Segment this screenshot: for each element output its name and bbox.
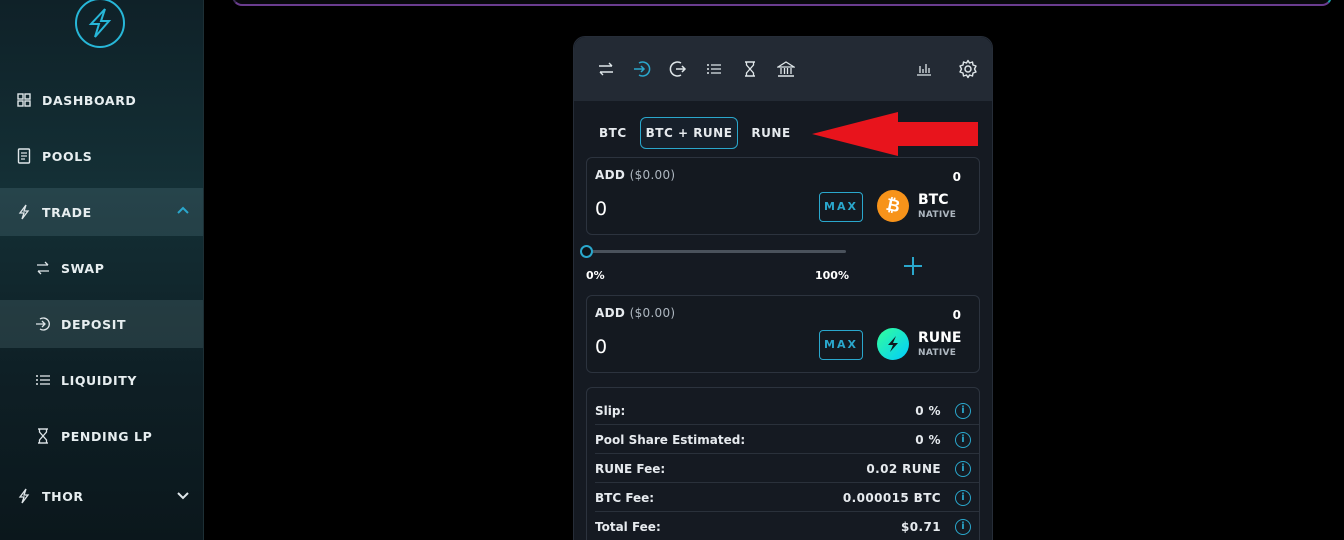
logo-bolt-icon — [88, 8, 112, 38]
top-banner — [232, 0, 1332, 6]
bolt-icon — [14, 486, 34, 506]
btc-asset-type: NATIVE — [918, 210, 957, 220]
stat-total-fee: Total Fee: $0.71 i — [595, 512, 979, 540]
rune-icon — [877, 328, 909, 360]
withdraw-tool-icon[interactable] — [668, 59, 688, 79]
list-tool-icon[interactable] — [704, 59, 724, 79]
chevron-up-icon[interactable] — [176, 204, 190, 218]
sidebar-item-label: LIQUIDITY — [61, 372, 138, 388]
percent-slider-handle[interactable] — [580, 245, 593, 258]
sidebar-item-label: POOLS — [42, 148, 93, 164]
sidebar-item-label: DASHBOARD — [42, 92, 137, 108]
info-icon[interactable]: i — [955, 432, 971, 448]
sidebar-item-dashboard[interactable]: DASHBOARD — [0, 76, 203, 124]
percent-slider-track[interactable] — [586, 250, 846, 253]
rune-balance: 0 — [952, 308, 961, 322]
bank-tool-icon[interactable] — [776, 59, 796, 79]
btc-max-button[interactable]: MAX — [819, 192, 863, 222]
thorchain-logo[interactable] — [75, 0, 125, 48]
sidebar-item-trade[interactable]: TRADE — [0, 188, 203, 236]
chart-icon[interactable] — [914, 59, 934, 79]
stat-slip: Slip: 0 % i — [595, 396, 979, 425]
red-arrow-icon — [812, 112, 978, 156]
slider-max-label: 100% — [815, 269, 849, 282]
add-label: ADD ($0.00) — [595, 168, 676, 182]
btc-input-box: ADD ($0.00) 0 0 MAX ₿ BTC NATIVE — [586, 157, 980, 235]
stat-pool-share: Pool Share Estimated: 0 % i — [595, 425, 979, 454]
document-icon — [14, 146, 34, 166]
stat-rune-fee: RUNE Fee: 0.02 RUNE i — [595, 454, 979, 483]
info-icon[interactable]: i — [955, 519, 971, 535]
card-toolbar — [574, 37, 992, 101]
btc-balance: 0 — [952, 170, 961, 184]
rune-amount-input[interactable]: 0 — [595, 336, 607, 358]
sidebar-item-label: THOR — [42, 488, 84, 504]
tab-btc-rune[interactable]: BTC + RUNE — [639, 117, 739, 149]
stat-btc-fee: BTC Fee: 0.000015 BTC i — [595, 483, 979, 512]
sidebar-item-label: TRADE — [42, 204, 92, 220]
btc-asset-name[interactable]: BTC — [918, 192, 949, 208]
btc-icon: ₿ — [877, 190, 909, 222]
sidebar-item-label: SWAP — [61, 260, 105, 276]
rune-asset-type: NATIVE — [918, 348, 957, 358]
info-icon[interactable]: i — [955, 403, 971, 419]
sidebar-item-liquidity[interactable]: LIQUIDITY — [0, 356, 203, 404]
chevron-down-icon[interactable] — [176, 488, 190, 502]
sidebar-item-label: PENDING LP — [61, 428, 153, 444]
grid-icon — [14, 90, 34, 110]
sidebar-item-pending-lp[interactable]: PENDING LP — [0, 412, 203, 460]
sidebar-item-deposit[interactable]: DEPOSIT — [0, 300, 203, 348]
info-icon[interactable]: i — [955, 490, 971, 506]
list-icon — [33, 370, 53, 390]
sidebar-item-swap[interactable]: SWAP — [0, 244, 203, 292]
plus-icon — [904, 257, 922, 275]
tab-rune[interactable]: RUNE — [738, 117, 803, 149]
rune-asset-name[interactable]: RUNE — [918, 330, 961, 346]
hourglass-icon — [33, 426, 53, 446]
rune-input-box: ADD ($0.00) 0 0 MAX RUNE NATIVE — [586, 295, 980, 373]
swap-tool-icon[interactable] — [596, 59, 616, 79]
swap-icon — [33, 258, 53, 278]
slider-min-label: 0% — [586, 269, 605, 282]
deposit-tool-icon[interactable] — [632, 59, 652, 79]
tab-btc[interactable]: BTC — [586, 117, 640, 149]
asset-tabs: BTC BTC + RUNE RUNE — [586, 117, 804, 149]
sidebar-item-label: DEPOSIT — [61, 316, 127, 332]
deposit-summary: Slip: 0 % i Pool Share Estimated: 0 % i … — [586, 387, 980, 540]
rune-max-button[interactable]: MAX — [819, 330, 863, 360]
deposit-icon — [33, 314, 53, 334]
btc-amount-input[interactable]: 0 — [595, 198, 607, 220]
sidebar: DASHBOARD POOLS TRADE SWAP DEPOSIT LIQUI… — [0, 0, 204, 540]
add-label: ADD ($0.00) — [595, 306, 676, 320]
bolt-icon — [14, 202, 34, 222]
sidebar-item-pools[interactable]: POOLS — [0, 132, 203, 180]
sidebar-item-thor[interactable]: THOR — [0, 472, 203, 520]
info-icon[interactable]: i — [955, 461, 971, 477]
gear-icon[interactable] — [958, 59, 978, 79]
hourglass-tool-icon[interactable] — [740, 59, 760, 79]
